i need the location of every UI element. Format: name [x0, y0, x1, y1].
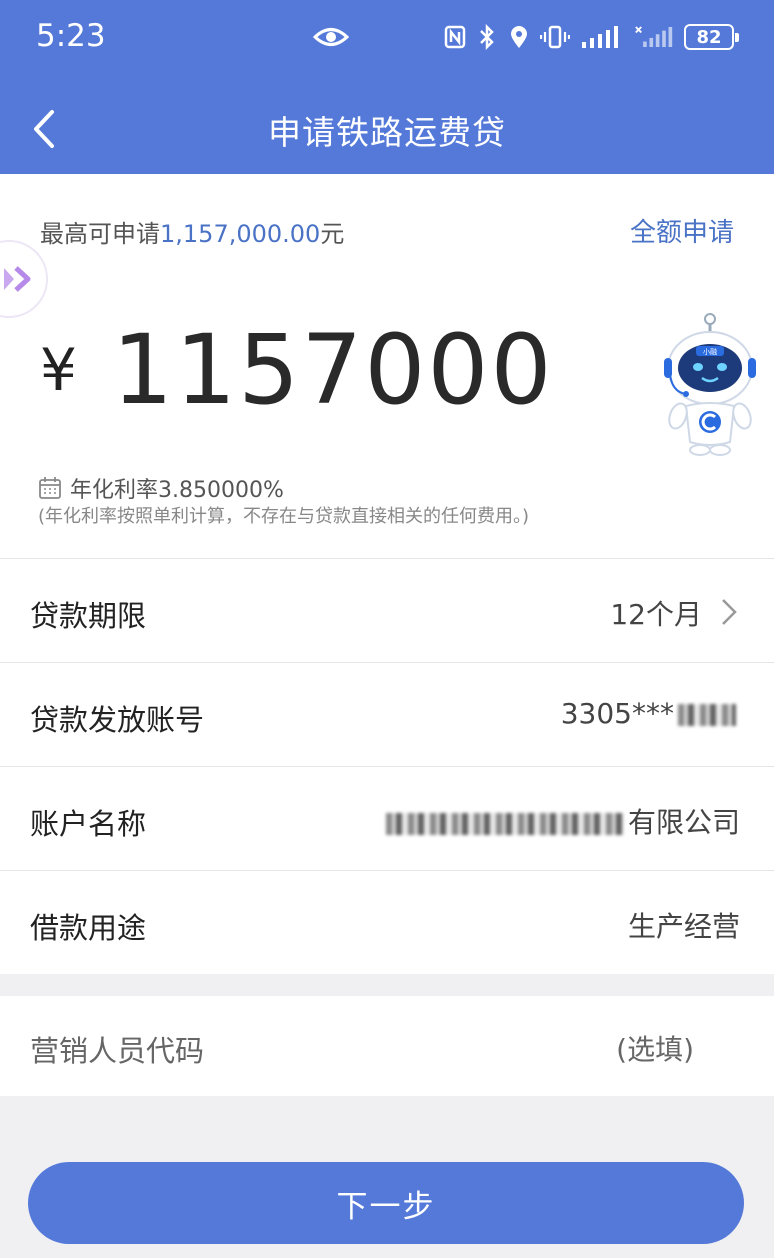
- loan-purpose-row: 借款用途 生产经营: [0, 870, 774, 974]
- redacted-company-name: [385, 813, 624, 835]
- loan-amount-card: 最高可申请1,157,000.00元 全额申请 ¥ 1157000 小融 年化利…: [0, 174, 774, 558]
- loan-term-label: 贷款期限: [30, 599, 147, 633]
- signal-weak-icon: [635, 26, 673, 47]
- loan-purpose-label: 借款用途: [30, 911, 147, 945]
- page-title: 申请铁路运费贷: [268, 113, 506, 152]
- mascot-badge: 小融: [703, 347, 717, 356]
- referrer-code-row[interactable]: 营销人员代码 (选填): [0, 996, 774, 1096]
- referrer-code-label: 营销人员代码: [30, 1034, 205, 1068]
- currency-symbol: ¥: [40, 336, 77, 404]
- interest-rate-text: 年化利率3.850000%: [70, 478, 284, 503]
- loan-term-row[interactable]: 贷款期限 12个月: [0, 558, 774, 662]
- eye-icon: [313, 28, 349, 46]
- referrer-code-input[interactable]: (选填): [616, 1028, 694, 1068]
- redacted-account-digits: [678, 704, 736, 726]
- battery-indicator: 82: [684, 24, 739, 50]
- loan-form: 贷款期限 12个月 贷款发放账号 3305*** 账户名称 有限公司 借款用途 …: [0, 558, 774, 974]
- interest-rate-line: 年化利率3.850000%: [38, 472, 284, 504]
- status-icons: 82: [444, 20, 739, 54]
- app-header: 5:23 82 申请铁路运费贷: [0, 0, 774, 174]
- location-icon: [511, 26, 527, 48]
- nfc-icon: [444, 25, 466, 49]
- interest-rate-note: (年化利率按照单利计算，不存在与贷款直接相关的任何费用。): [38, 506, 530, 527]
- loan-amount-input[interactable]: 1157000: [112, 314, 554, 426]
- account-name-value: 有限公司: [382, 801, 740, 841]
- account-name-suffix: 有限公司: [627, 806, 740, 839]
- disbursement-account-value: 3305***: [561, 697, 740, 730]
- account-name-row: 账户名称 有限公司: [0, 766, 774, 870]
- disbursement-account-row: 贷款发放账号 3305***: [0, 662, 774, 766]
- bluetooth-icon: [480, 24, 494, 50]
- double-chevron-right-icon: [4, 266, 31, 292]
- disbursement-account-label: 贷款发放账号: [30, 703, 205, 737]
- chevron-right-icon: [722, 599, 737, 625]
- loan-term-value: 12个月: [610, 598, 702, 631]
- signal-icon: [582, 26, 618, 48]
- account-name-label: 账户名称: [30, 807, 147, 841]
- calendar-icon: [39, 477, 61, 499]
- full-apply-link[interactable]: 全额申请: [630, 212, 734, 249]
- account-number-visible: 3305***: [560, 697, 674, 730]
- max-amount-line: 最高可申请1,157,000.00元: [40, 214, 344, 249]
- vibrate-icon: [540, 25, 570, 49]
- loan-purpose-value: 生产经营: [627, 910, 740, 943]
- status-time: 5:23: [36, 18, 106, 54]
- floating-side-tab[interactable]: [0, 240, 48, 318]
- robot-mascot-icon[interactable]: 小融: [658, 312, 762, 456]
- next-step-button[interactable]: 下一步: [28, 1162, 744, 1244]
- max-amount-prefix: 最高可申请: [40, 220, 160, 248]
- max-amount-value: 1,157,000.00: [160, 220, 321, 248]
- status-bar: 5:23 82: [0, 0, 774, 76]
- max-amount-suffix: 元: [320, 220, 345, 248]
